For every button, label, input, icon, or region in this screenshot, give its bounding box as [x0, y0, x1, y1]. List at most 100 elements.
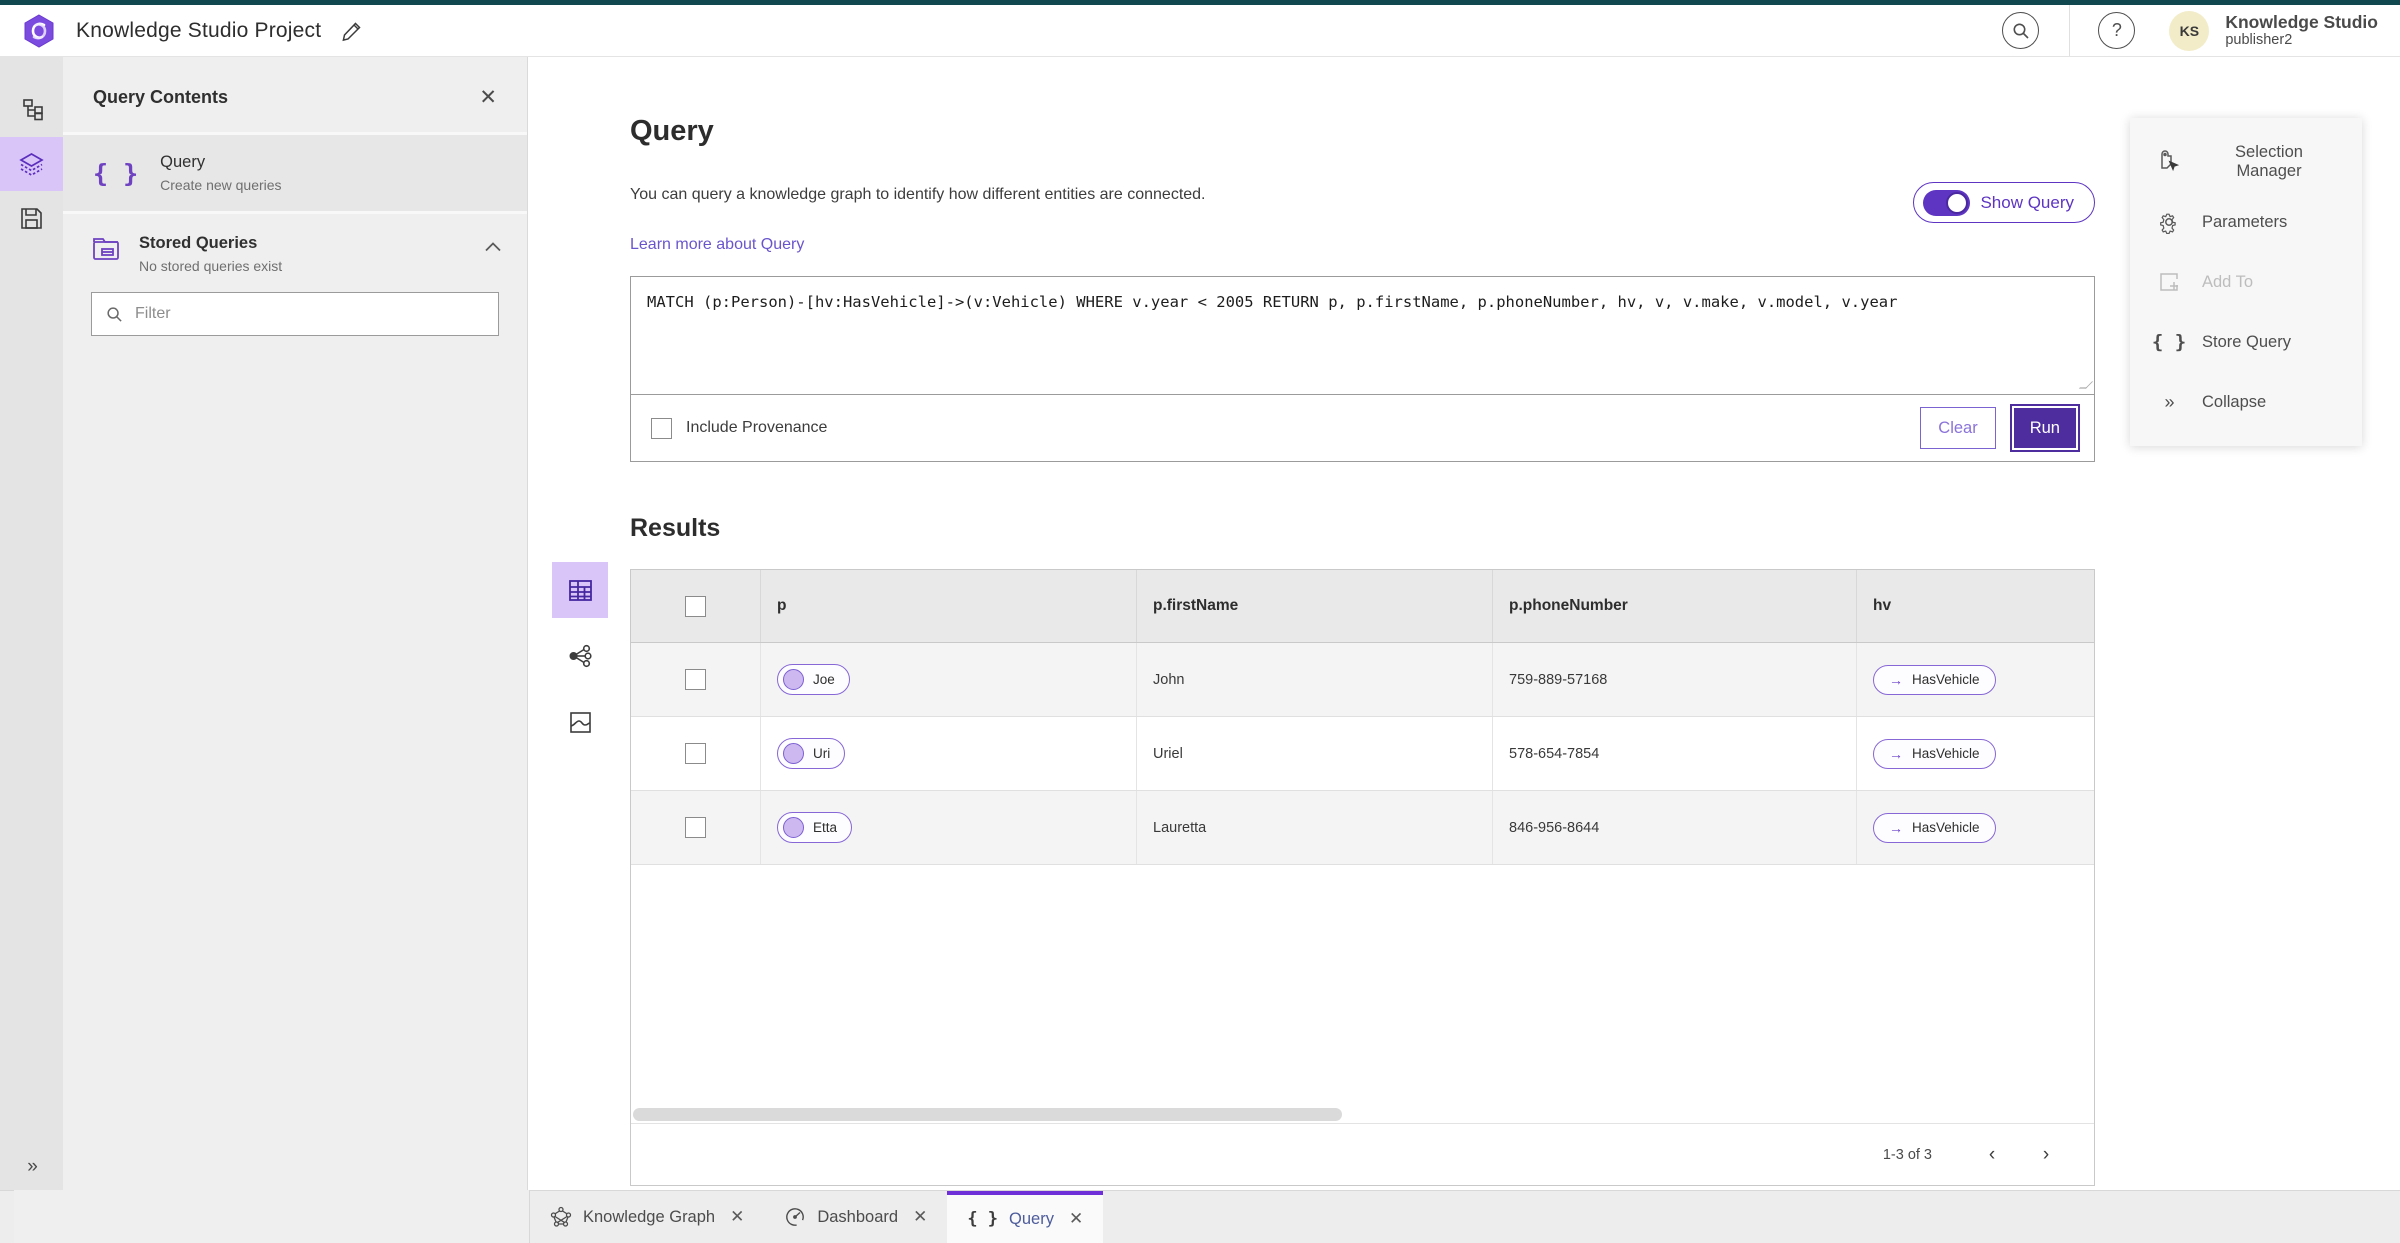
column-header-phonenumber[interactable]: p.phoneNumber — [1493, 570, 1857, 642]
select-all-checkbox[interactable] — [685, 595, 706, 617]
tool-label: Collapse — [2202, 392, 2267, 411]
tab-label: Knowledge Graph — [583, 1207, 716, 1226]
entity-chip[interactable]: Etta — [777, 812, 853, 843]
relationship-chip[interactable]: → HasVehicle — [1873, 738, 1996, 769]
close-tab-icon[interactable]: ✕ — [913, 1207, 927, 1227]
row-checkbox[interactable] — [685, 743, 706, 764]
chevrons-right-icon: » — [27, 1156, 37, 1177]
table-header-row: p p.firstName p.phoneNumber hv — [631, 570, 2094, 643]
sidebar-item-layers[interactable] — [0, 137, 63, 191]
query-page-title: Query — [630, 115, 714, 147]
clear-button[interactable]: Clear — [1920, 407, 1996, 449]
query-list-item[interactable]: { } Query Create new queries — [63, 132, 527, 214]
entity-chip[interactable]: Uri — [777, 738, 846, 769]
sidebar-item-data-model[interactable] — [0, 83, 63, 137]
app-header: Knowledge Studio Project ? KS Knowledge … — [0, 5, 2400, 57]
add-to-button[interactable]: Add To — [2130, 252, 2362, 312]
relationship-chip[interactable]: → HasVehicle — [1873, 664, 1996, 695]
braces-icon: { } — [2151, 331, 2187, 353]
stored-queries-subtitle: No stored queries exist — [139, 258, 283, 274]
row-checkbox[interactable] — [685, 817, 706, 838]
show-query-label: Show Query — [1980, 192, 2074, 212]
tab-dashboard[interactable]: Dashboard ✕ — [764, 1191, 947, 1243]
close-tab-icon[interactable]: ✕ — [730, 1207, 744, 1227]
user-info[interactable]: Knowledge Studio publisher2 — [2225, 12, 2378, 49]
query-tools-panel: Selection Manager Parameters Add To { } … — [2130, 118, 2362, 446]
close-panel-button[interactable]: ✕ — [479, 87, 497, 108]
expand-rail-button[interactable]: » — [0, 1156, 63, 1178]
user-avatar[interactable]: KS — [2169, 10, 2210, 51]
cell-firstname: Uriel — [1137, 717, 1493, 790]
table-view-button[interactable] — [552, 562, 608, 618]
selection-manager-icon — [2161, 150, 2180, 172]
cell-firstname: John — [1137, 643, 1493, 716]
query-text-input[interactable]: MATCH (p:Person)-[hv:HasVehicle]->(v:Veh… — [631, 277, 2094, 395]
left-icon-rail: » — [0, 57, 63, 1190]
help-button[interactable]: ? — [2098, 12, 2136, 49]
map-icon — [569, 711, 591, 733]
collapse-panel-button[interactable]: » Collapse — [2130, 372, 2362, 432]
horizontal-scrollbar — [631, 1105, 2094, 1123]
link-chart-icon — [569, 644, 592, 668]
stored-queries-title: Stored Queries — [139, 234, 258, 252]
knowledge-graph-icon — [550, 1206, 572, 1227]
query-item-subtitle: Create new queries — [160, 177, 282, 193]
add-to-icon — [2160, 273, 2178, 291]
map-view-button[interactable] — [552, 694, 608, 750]
include-provenance-checkbox[interactable] — [651, 417, 672, 439]
sidebar-item-save[interactable] — [0, 191, 63, 245]
store-query-button[interactable]: { } Store Query — [2130, 312, 2362, 372]
link-chart-view-button[interactable] — [552, 628, 608, 684]
header-divider — [2069, 5, 2071, 56]
table-pagination: 1-3 of 3 ‹ › — [631, 1123, 2094, 1185]
row-checkbox[interactable] — [685, 669, 706, 690]
results-view-toggle — [552, 562, 608, 760]
pagination-prev-button[interactable]: ‹ — [1972, 1144, 2012, 1166]
pencil-icon — [342, 21, 361, 41]
user-name: Knowledge Studio — [2225, 12, 2378, 33]
braces-icon: { } — [93, 158, 139, 188]
project-title: Knowledge Studio Project — [76, 18, 322, 42]
run-button[interactable]: Run — [2009, 404, 2081, 452]
results-table: p p.firstName p.phoneNumber hv Joe John … — [630, 569, 2095, 1186]
close-tab-icon[interactable]: ✕ — [1069, 1209, 1083, 1229]
tool-label: Add To — [2202, 272, 2254, 291]
arrow-right-icon: → — [1889, 745, 1903, 762]
help-icon: ? — [2111, 20, 2122, 40]
include-provenance-label: Include Provenance — [686, 419, 828, 436]
search-button[interactable] — [2002, 12, 2040, 49]
query-item-title: Query — [160, 153, 206, 171]
query-editor-box: MATCH (p:Person)-[hv:HasVehicle]->(v:Veh… — [630, 276, 2095, 462]
column-header-hv[interactable]: hv — [1857, 570, 2094, 642]
main-area: Query You can query a knowledge graph to… — [528, 57, 2400, 1190]
tool-label: Store Query — [2202, 332, 2291, 351]
user-role: publisher2 — [2225, 32, 2293, 49]
column-header-firstname[interactable]: p.firstName — [1137, 570, 1493, 642]
relationship-chip[interactable]: → HasVehicle — [1873, 812, 1996, 843]
chevron-left-icon: ‹ — [1988, 1143, 1996, 1165]
learn-more-link[interactable]: Learn more about Query — [630, 236, 804, 254]
edit-title-button[interactable] — [341, 20, 363, 42]
scrollbar-thumb[interactable] — [633, 1107, 1342, 1121]
column-header-p[interactable]: p — [761, 570, 1137, 642]
table-row: Joe John 759-889-57168 → HasVehicle — [631, 643, 2094, 717]
query-description: You can query a knowledge graph to ident… — [630, 186, 1206, 203]
tool-label: Selection Manager — [2235, 143, 2303, 180]
selection-manager-button[interactable]: Selection Manager — [2130, 132, 2362, 192]
query-toolbar: Include Provenance Clear Run — [631, 395, 2094, 461]
table-empty-space — [631, 865, 2094, 1105]
pagination-next-button[interactable]: › — [2026, 1144, 2066, 1166]
show-query-toggle[interactable]: Show Query — [1913, 182, 2095, 223]
entity-dot-icon — [783, 743, 804, 764]
tab-knowledge-graph[interactable]: Knowledge Graph ✕ — [530, 1191, 764, 1243]
filter-input[interactable] — [135, 305, 484, 323]
results-title: Results — [630, 514, 721, 542]
entity-chip[interactable]: Joe — [777, 664, 850, 695]
tool-label: Parameters — [2202, 212, 2288, 231]
layers-icon — [19, 152, 44, 176]
collapse-stored-queries-button[interactable] — [485, 242, 501, 252]
tab-query[interactable]: { } Query ✕ — [947, 1191, 1104, 1243]
parameters-button[interactable]: Parameters — [2130, 192, 2362, 252]
pagination-range: 1-3 of 3 — [1882, 1146, 1932, 1163]
query-contents-panel: Query Contents ✕ { } Query Create new qu… — [63, 57, 528, 1190]
